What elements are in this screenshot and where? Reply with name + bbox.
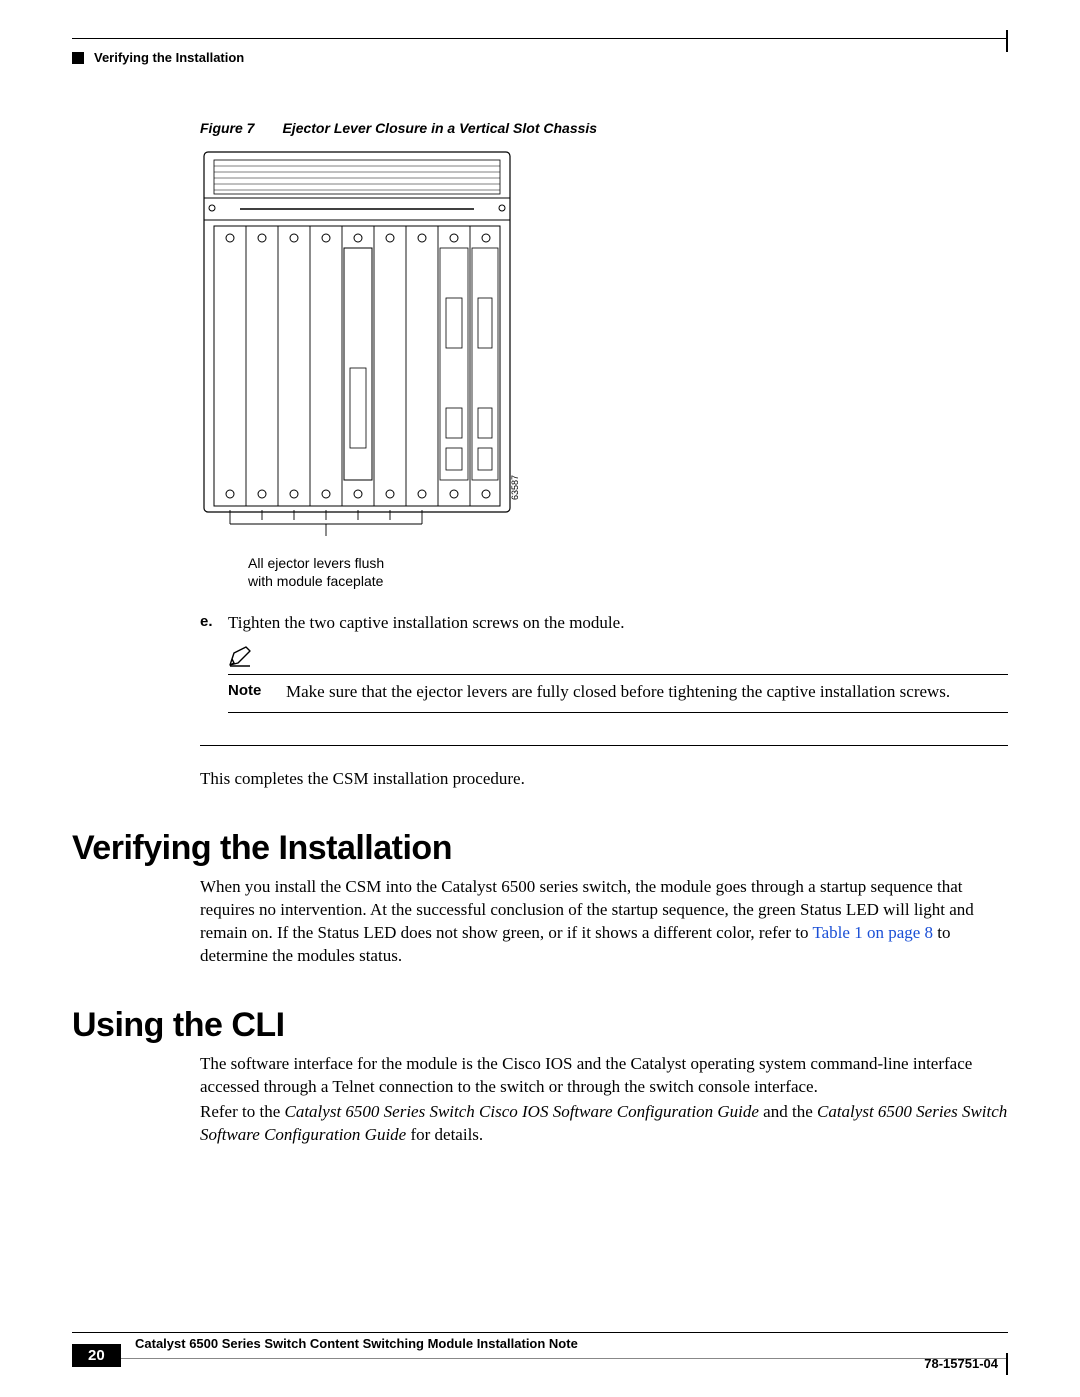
bottom-crop-mark bbox=[1006, 1353, 1008, 1375]
footer-rule bbox=[72, 1332, 1008, 1333]
figure-caption: Figure 7 Ejector Lever Closure in a Verti… bbox=[200, 120, 1008, 136]
note-rule-bottom bbox=[228, 712, 1008, 713]
step-text: Tighten the two captive installation scr… bbox=[228, 612, 1008, 635]
cli-paragraph-2: Refer to the Catalyst 6500 Series Switch… bbox=[200, 1101, 1008, 1147]
cli-p2-lead: Refer to the bbox=[200, 1102, 285, 1121]
figure-art-id: 63587 bbox=[510, 475, 520, 500]
top-rule bbox=[72, 38, 1008, 39]
step-letter: e. bbox=[200, 612, 228, 635]
cli-p2-doc1: Catalyst 6500 Series Switch Cisco IOS So… bbox=[285, 1102, 759, 1121]
note-block: Note Make sure that the ejector levers a… bbox=[228, 645, 1008, 713]
heading-cli: Using the CLI bbox=[72, 1006, 1008, 1045]
footer-thin-rule bbox=[118, 1358, 1008, 1359]
note-text: Make sure that the ejector levers are fu… bbox=[286, 681, 1008, 704]
figure-callout-line1: All ejector levers flush bbox=[248, 555, 384, 571]
install-step-e: e. Tighten the two captive installation … bbox=[200, 612, 1008, 635]
heading-verifying: Verifying the Installation bbox=[72, 829, 1008, 868]
figure-callout-line2: with module faceplate bbox=[248, 573, 383, 589]
figure-illustration: 63587 All ejector levers flush with modu… bbox=[200, 148, 530, 590]
pencil-icon bbox=[228, 645, 1008, 672]
note-rule-top bbox=[228, 674, 1008, 675]
figure-title: Ejector Lever Closure in a Vertical Slot… bbox=[282, 120, 597, 136]
figure-number: Figure 7 bbox=[200, 120, 254, 136]
note-label: Note bbox=[228, 681, 286, 704]
chassis-svg: 63587 bbox=[200, 148, 530, 548]
section-divider bbox=[200, 745, 1008, 746]
top-crop-mark bbox=[1006, 30, 1008, 52]
footer-doc-id: 78-15751-04 bbox=[924, 1356, 998, 1371]
figure-callout: All ejector levers flush with module fac… bbox=[248, 554, 530, 590]
page: Verifying the Installation Figure 7 Eject… bbox=[0, 0, 1080, 1397]
header-bullet-icon bbox=[72, 52, 84, 64]
cli-paragraph-1: The software interface for the module is… bbox=[200, 1053, 1008, 1099]
running-header: Verifying the Installation bbox=[72, 50, 244, 65]
completion-paragraph: This completes the CSM installation proc… bbox=[200, 768, 1008, 791]
running-header-text: Verifying the Installation bbox=[94, 50, 244, 65]
page-number-badge: 20 bbox=[72, 1344, 121, 1367]
cli-p2-mid: and the bbox=[759, 1102, 817, 1121]
table-1-xref[interactable]: Table 1 on page 8 bbox=[812, 923, 933, 942]
content-area: Figure 7 Ejector Lever Closure in a Verti… bbox=[72, 120, 1008, 1147]
page-number: 20 bbox=[72, 1344, 121, 1367]
cli-p2-tail: for details. bbox=[406, 1125, 483, 1144]
footer-doc-title: Catalyst 6500 Series Switch Content Swit… bbox=[135, 1336, 578, 1351]
verifying-paragraph: When you install the CSM into the Cataly… bbox=[200, 876, 1008, 968]
